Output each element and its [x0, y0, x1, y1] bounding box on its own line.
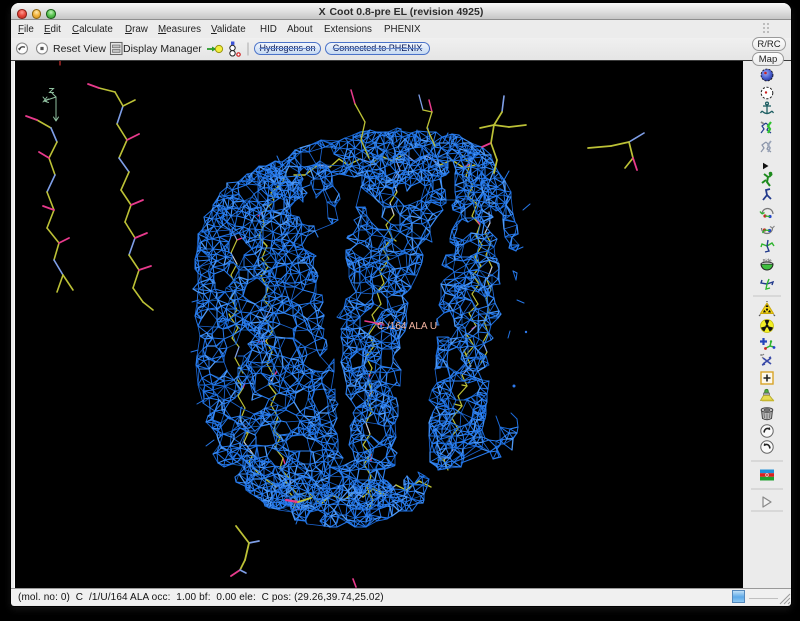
svg-text:C /164 ALA U: C /164 ALA U: [377, 321, 437, 332]
